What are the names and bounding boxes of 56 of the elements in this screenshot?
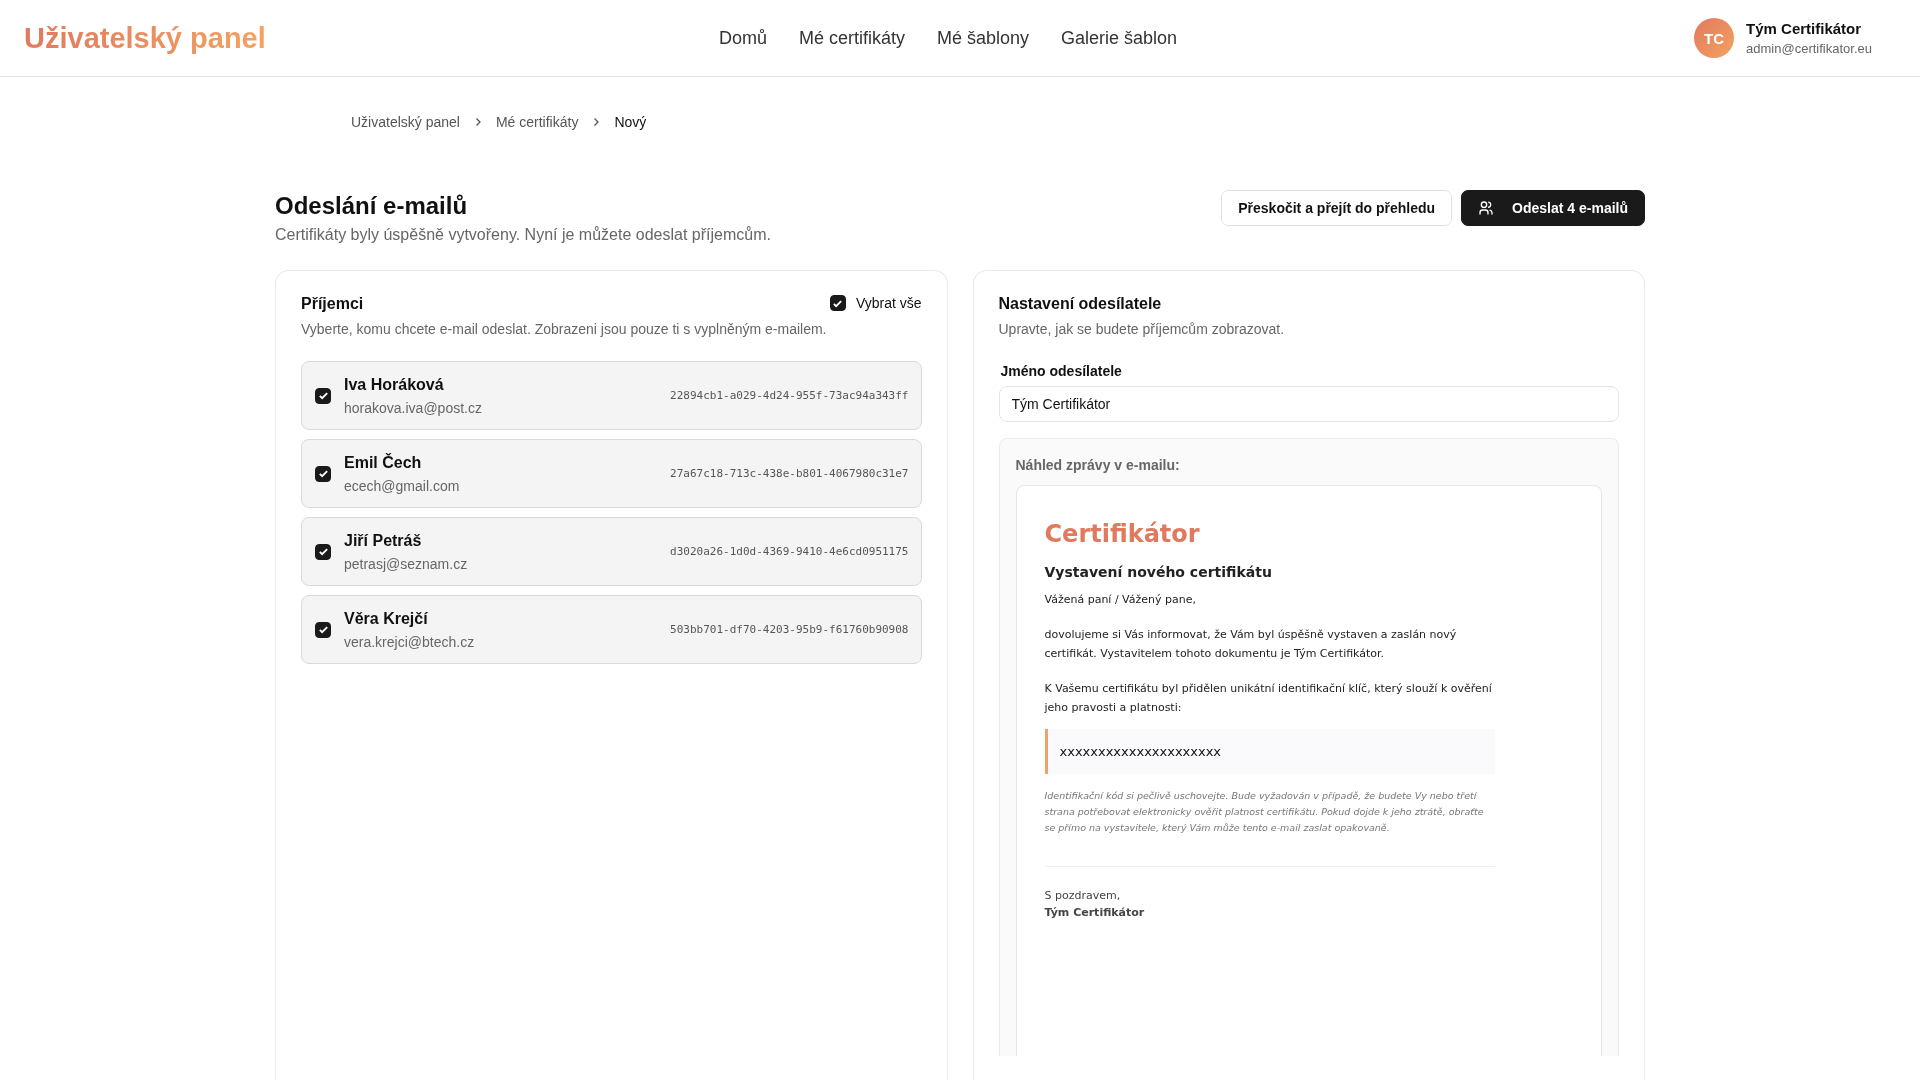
send-button[interactable]: Odeslat 4 e-mailů: [1461, 190, 1645, 226]
email-closing: S pozdravem,: [1044, 889, 1122, 902]
recipient-name: Emil Čech: [344, 453, 423, 472]
user-email: admin@certifikator.eu: [1746, 41, 1872, 56]
card-description: Upravte, jak se budete příjemcům zobrazovat.: [998, 321, 1286, 337]
recipient-name: Iva Horáková: [344, 375, 445, 394]
email-greeting: Vážená paní / Vážený pane,: [1044, 592, 1197, 608]
recipient-name: Jiří Petráš: [344, 531, 423, 550]
breadcrumb-link[interactable]: Nový: [614, 114, 647, 130]
check-icon: [317, 390, 329, 401]
page-title: Odeslání e-mailů: [275, 192, 469, 220]
card-description: Vyberte, komu chcete e-mail odeslat. Zobrazeni jsou pouze ti s vyplněným e-mailem.: [301, 321, 828, 337]
recipient-email: petrasj@seznam.cz: [344, 555, 469, 572]
recipient-name: Věra Krejčí: [344, 609, 429, 628]
certificate-id: d3020a26-1d0d-4369-9410-4e6cd0951175: [670, 545, 909, 558]
users-icon: [1478, 200, 1495, 216]
recipient-row[interactable]: Iva Horáková horakova.iva@post.cz 22894cb1-a029-4d24-955f-73ac94a343ff: [301, 361, 922, 430]
recipient-email: horakova.iva@post.cz: [344, 399, 483, 416]
certificate-id: 22894cb1-a029-4d24-955f-73ac94a343ff: [670, 389, 909, 402]
checkbox[interactable]: [315, 387, 331, 404]
check-icon: [317, 624, 329, 635]
page-subtitle: Certifikáty byly úspěšně vytvořeny. Nyní je můžete odeslat příjemcům.: [275, 226, 771, 244]
checkbox[interactable]: [315, 465, 331, 482]
preview-label: Náhled zprávy v e-mailu:: [1015, 457, 1181, 473]
skip-button[interactable]: Přeskočit a přejít do přehledu: [1221, 190, 1453, 226]
breadcrumb-link[interactable]: Uživatelský panel: [351, 114, 460, 130]
certificate-id: 503bb701-df70-4203-95b9-f61760b90908: [670, 623, 909, 636]
breadcrumb-link[interactable]: Mé certifikáty: [495, 114, 579, 130]
check-icon: [317, 468, 329, 479]
email-note: Identifikační kód si pečlivě uschovejte. Bude vyžadován v případě, že budete Vy nebo třetí strana potřebovat elektronicky ověřit platnost certifikátu. Pokud dojde k jeho ztrátě, obraťte se přímo na vystavitele, který Vám může tento e-mail zaslat opakovaně.: [1044, 789, 1485, 835]
select-all-label[interactable]: Vybrat vše: [855, 295, 922, 311]
nav-link[interactable]: Mé šablony: [936, 27, 1029, 49]
email-paragraph: dovolujeme si Vás informovat, že Vám byl úspěšně vystaven a zaslán nový certifikát. Vystavitelem tohoto dokumentu je Tým Certifikátor.: [1044, 627, 1458, 662]
checkbox[interactable]: [315, 621, 331, 638]
card-title: Příjemci: [301, 295, 364, 313]
recipient-email: vera.krejci@btech.cz: [344, 633, 476, 650]
checkbox[interactable]: [829, 295, 846, 311]
check-icon: [317, 546, 329, 557]
recipient-row[interactable]: Jiří Petráš petrasj@seznam.cz d3020a26-1d0d-4369-9410-4e6cd0951175: [301, 517, 922, 586]
certificate-code: xxxxxxxxxxxxxxxxxxxxx: [1044, 729, 1495, 774]
recipient-row[interactable]: Emil Čech ecech@gmail.com 27a67c18-713c-438e-b801-4067980c31e7: [301, 439, 922, 508]
email-heading: Vystavení nového certifikátu: [1044, 564, 1273, 580]
field-label: Jméno odesílatele: [999, 363, 1123, 379]
user-name: Tým Certifikátor: [1746, 20, 1863, 37]
recipient-row[interactable]: Věra Krejčí vera.krejci@btech.cz 503bb701-df70-4203-95b9-f61760b90908: [301, 595, 922, 664]
nav-link[interactable]: Galerie šablon: [1061, 27, 1178, 49]
recipient-email: ecech@gmail.com: [344, 477, 461, 494]
nav-link[interactable]: Mé certifikáty: [798, 27, 905, 49]
email-signature: Tým Certifikátor: [1044, 906, 1146, 919]
checkbox[interactable]: [315, 543, 331, 560]
email-paragraph: K Vašemu certifikátu byl přidělen unikátní identifikační klíč, který slouží k ověření jeho pravosti a platnosti:: [1044, 681, 1493, 716]
card-title: Nastavení odesílatele: [998, 295, 1163, 313]
nav-link[interactable]: Domů: [718, 27, 767, 49]
email-brand: Certifikátor: [1044, 520, 1201, 548]
certificate-id: 27a67c18-713c-438e-b801-4067980c31e7: [670, 467, 909, 480]
sender-name-field[interactable]: Tým Certifikátor: [998, 386, 1619, 422]
